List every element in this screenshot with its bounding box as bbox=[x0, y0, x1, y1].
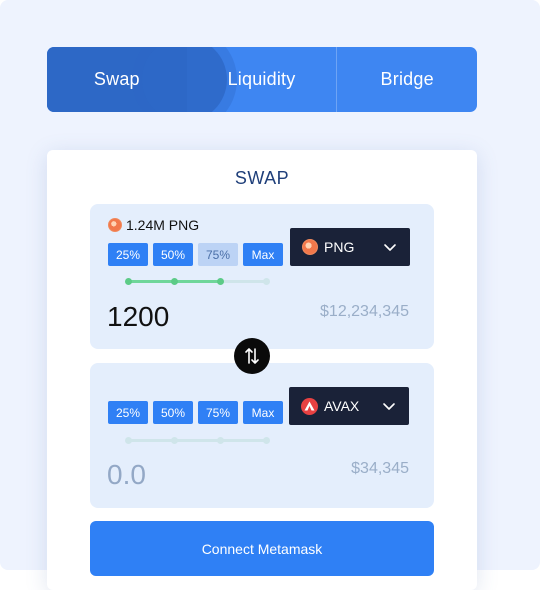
to-pct-max-button[interactable]: Max bbox=[243, 401, 283, 424]
slider-step-0 bbox=[125, 437, 132, 444]
slider-step-1 bbox=[170, 278, 178, 285]
from-token-select[interactable]: PNG bbox=[290, 228, 410, 266]
slider-step-3 bbox=[263, 278, 270, 285]
to-usd-value: $34,345 bbox=[351, 460, 409, 477]
from-pct-75-button[interactable]: 75% bbox=[198, 243, 238, 266]
from-amount-value[interactable]: 1200 bbox=[107, 301, 169, 333]
png-token-icon bbox=[302, 239, 318, 255]
from-percent-buttons: 25% 50% 75% Max bbox=[108, 243, 283, 266]
chevron-down-icon bbox=[384, 244, 396, 251]
from-pct-25-button[interactable]: 25% bbox=[108, 243, 148, 266]
to-amount-value[interactable]: 0.0 bbox=[107, 459, 146, 491]
to-pct-25-button[interactable]: 25% bbox=[108, 401, 148, 424]
from-usd-value: $12,234,345 bbox=[320, 303, 409, 320]
tab-liquidity-label: Liquidity bbox=[227, 69, 296, 89]
tab-swap-label: Swap bbox=[93, 69, 140, 89]
from-amount-slider[interactable] bbox=[125, 278, 270, 285]
tab-swap[interactable]: Swap bbox=[47, 47, 227, 112]
tab-bridge-label: Bridge bbox=[380, 69, 434, 89]
chevron-down-icon bbox=[383, 403, 395, 410]
tab-bridge[interactable]: Bridge bbox=[336, 47, 477, 112]
from-pct-50-button[interactable]: 50% bbox=[153, 243, 193, 266]
switch-direction-button[interactable] bbox=[234, 338, 270, 374]
to-percent-buttons: 25% 50% 75% Max bbox=[108, 401, 283, 424]
connect-metamask-button[interactable]: Connect Metamask bbox=[90, 521, 434, 576]
from-token-label: PNG bbox=[324, 239, 355, 255]
to-token-label: AVAX bbox=[324, 398, 360, 414]
tab-liquidity[interactable]: Liquidity bbox=[187, 47, 337, 112]
slider-step-1 bbox=[170, 437, 178, 444]
slider-step-0 bbox=[125, 278, 132, 285]
from-balance-text: 1.24M PNG bbox=[126, 217, 200, 233]
swap-arrows-icon bbox=[245, 348, 259, 364]
to-pct-75-button[interactable]: 75% bbox=[198, 401, 238, 424]
slider-step-2 bbox=[217, 278, 224, 285]
png-token-icon bbox=[108, 218, 122, 232]
avax-token-icon bbox=[301, 397, 318, 415]
card-title: SWAP bbox=[234, 168, 290, 188]
slider-step-2 bbox=[217, 437, 224, 444]
from-balance: 1.24M PNG bbox=[108, 217, 199, 233]
to-amount-slider[interactable] bbox=[125, 437, 270, 444]
tab-bar: Swap Liquidity Bridge bbox=[47, 47, 477, 112]
to-pct-50-button[interactable]: 50% bbox=[153, 401, 193, 424]
to-token-select[interactable]: AVAX bbox=[289, 387, 409, 425]
from-pct-max-button[interactable]: Max bbox=[243, 243, 283, 266]
to-token-panel: 25% 50% 75% Max AVAX 0.0 $34,345 bbox=[90, 363, 434, 508]
swap-card: SWAP 1.24M PNG 25% 50% 75% Max PNG 1200 … bbox=[47, 150, 477, 590]
slider-step-3 bbox=[263, 437, 270, 444]
from-token-panel: 1.24M PNG 25% 50% 75% Max PNG 1200 $12,2… bbox=[90, 204, 434, 349]
